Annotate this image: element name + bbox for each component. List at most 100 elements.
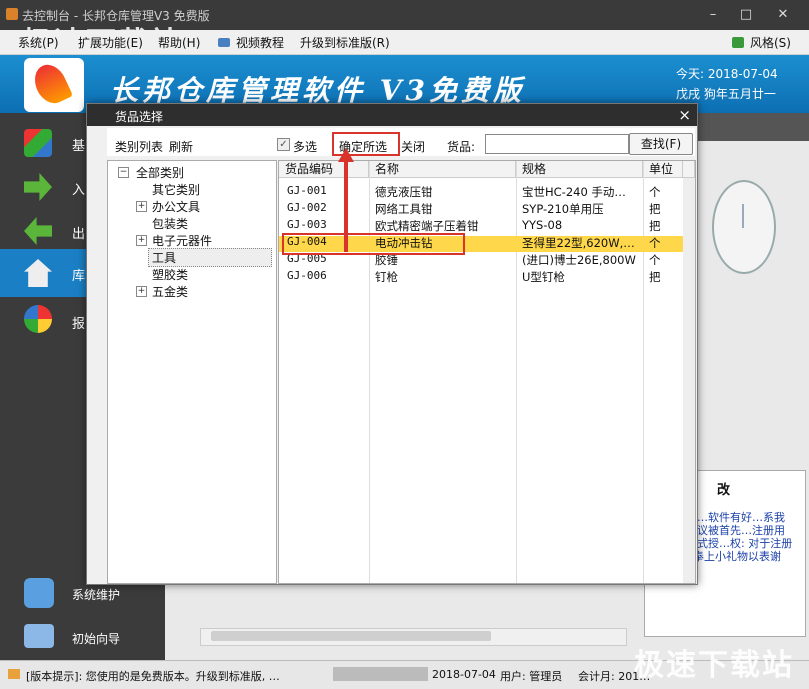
folder-icon — [8, 669, 20, 679]
sidebar-item-maintenance[interactable]: 系统维护 — [72, 586, 120, 603]
minimize-button[interactable]: – — [700, 6, 726, 24]
cell-unit: 把 — [649, 270, 661, 284]
cell-name: 网络工具钳 — [375, 202, 433, 216]
annotation-arrow-shaft — [344, 158, 348, 252]
menu-style[interactable]: 风格(S) — [750, 34, 791, 51]
horizontal-scrollbar[interactable] — [200, 628, 627, 646]
app-icon — [6, 8, 18, 20]
status-user: 用户: 管理员 — [500, 670, 563, 683]
tree-node[interactable]: 塑胶类 — [152, 266, 188, 283]
tree-node-selected[interactable]: 工具 — [152, 249, 176, 266]
search-button[interactable]: 查找(F) — [629, 133, 693, 155]
menu-bar: 系统(P) 扩展功能(E) 帮助(H) 视频教程 升级到标准版(R) 风格(S) — [0, 30, 809, 55]
app-logo — [24, 58, 84, 112]
table-row[interactable]: GJ-003 欧式精密端子压着钳 YYS-08 把 — [279, 217, 683, 233]
category-tree: − 全部类别 其它类别 + 办公文具 包装类 + 电子元器件 工具 塑胶类 + … — [107, 160, 277, 584]
goods-label: 货品: — [447, 140, 476, 154]
sidebar-label: 入 — [72, 183, 86, 198]
wrench-icon — [24, 578, 54, 608]
expand-icon[interactable]: + — [136, 201, 147, 212]
watermark-bottom: 极速下载站 — [634, 648, 794, 683]
scroll-thumb[interactable] — [211, 631, 491, 641]
dialog-toolbar: 类别列表 刷新 ✓ 多选 确定所选 关闭 货品: 查找(F) — [107, 128, 695, 156]
quill-logo-icon — [28, 59, 74, 109]
col-header-name[interactable]: 名称 — [369, 161, 516, 178]
progress-bar — [333, 667, 428, 681]
cell-code: GJ-002 — [287, 201, 327, 214]
cell-spec: U型钉枪 — [522, 270, 565, 284]
tree-node[interactable]: 办公文具 — [152, 198, 200, 215]
close-button[interactable]: ✕ — [770, 6, 796, 24]
multi-select-label: 多选 — [293, 140, 318, 154]
today-date: 今天: 2018-07-04 — [676, 67, 778, 81]
table-row[interactable]: GJ-002 网络工具钳 SYP-210单用压 把 — [279, 200, 683, 216]
table-row[interactable]: GJ-001 德克液压钳 宝世HC-240 手动… 个 — [279, 183, 683, 199]
multi-select-checkbox[interactable]: ✓ — [277, 138, 290, 151]
wizard-icon — [24, 624, 54, 648]
menu-system[interactable]: 系统(P) — [18, 34, 59, 51]
col-header-spec[interactable]: 规格 — [516, 161, 643, 178]
version-hint: [版本提示]: 您使用的是免费版本。升级到标准版, … — [26, 670, 280, 683]
sidebar-item-wizard[interactable]: 初始向导 — [72, 630, 120, 647]
menu-video-tutorial[interactable]: 视频教程 — [236, 34, 284, 51]
sidebar-label: 报 — [72, 317, 86, 332]
arrow-left-icon — [24, 217, 52, 245]
notice-heading: 改 — [717, 483, 731, 498]
sidebar-label: 库 — [72, 269, 86, 284]
cell-spec: 圣得里22型,620W,… — [522, 236, 635, 250]
arrow-right-icon — [24, 173, 52, 201]
cell-unit: 个 — [649, 236, 661, 250]
status-date: 2018-07-04 — [432, 668, 496, 681]
tree-node[interactable]: 电子元器件 — [152, 232, 212, 249]
cell-spec: SYP-210单用压 — [522, 202, 604, 216]
goods-grid: 货品编码 名称 规格 单位 GJ-001 德克液压钳 宝世HC-240 手动… 个 GJ… — [278, 160, 696, 584]
cell-code: GJ-003 — [287, 218, 327, 231]
cell-spec: YYS-08 — [522, 218, 563, 232]
cell-unit: 个 — [649, 253, 661, 267]
menu-help[interactable]: 帮助(H) — [158, 34, 200, 51]
category-list-label: 类别列表 — [115, 140, 164, 154]
goods-select-dialog: 货品选择 × 类别列表 刷新 ✓ 多选 确定所选 关闭 货品: 查找(F) − … — [86, 103, 698, 585]
menu-extensions[interactable]: 扩展功能(E) — [78, 34, 143, 51]
sidebar-item-basic[interactable]: 基 — [0, 121, 92, 165]
lunar-date: 戊戌 狗年五月廿一 — [676, 87, 776, 101]
style-icon — [732, 37, 744, 48]
cell-name: 德克液压钳 — [375, 185, 433, 199]
vertical-scrollbar[interactable] — [683, 178, 695, 583]
expand-icon[interactable]: + — [136, 235, 147, 246]
refresh-button[interactable]: 刷新 — [169, 138, 193, 155]
sidebar-item-out[interactable]: 出 — [0, 209, 92, 253]
col-header-spacer — [683, 161, 695, 178]
expand-icon[interactable]: + — [136, 286, 147, 297]
maximize-button[interactable]: □ — [733, 6, 759, 24]
tree-node-root[interactable]: 全部类别 — [136, 164, 184, 181]
sidebar-item-report[interactable]: 报 — [0, 299, 92, 343]
sidebar-label: 基 — [72, 139, 86, 154]
tree-node[interactable]: 其它类别 — [152, 181, 200, 198]
tree-node[interactable]: 包装类 — [152, 215, 188, 232]
col-header-code[interactable]: 货品编码 — [279, 161, 369, 178]
tree-node[interactable]: 五金类 — [152, 283, 188, 300]
cell-code: GJ-006 — [287, 269, 327, 282]
dialog-close-button[interactable]: × — [678, 106, 691, 124]
cubes-icon — [24, 129, 52, 157]
goods-search-input[interactable] — [485, 134, 629, 154]
sidebar-item-stock[interactable]: 库 — [0, 249, 92, 297]
sidebar-item-in[interactable]: 入 — [0, 165, 92, 209]
menu-upgrade[interactable]: 升级到标准版(R) — [300, 34, 390, 51]
table-row[interactable]: GJ-006 钉枪 U型钉枪 把 — [279, 268, 683, 284]
cell-unit: 把 — [649, 219, 661, 233]
video-icon — [218, 38, 230, 47]
collapse-icon[interactable]: − — [118, 167, 129, 178]
sidebar-label: 出 — [72, 227, 86, 242]
house-icon — [24, 259, 52, 287]
col-header-unit[interactable]: 单位 — [643, 161, 683, 178]
clock-hand — [742, 204, 744, 228]
cell-spec: 宝世HC-240 手动… — [522, 185, 626, 199]
cell-name: 欧式精密端子压着钳 — [375, 219, 479, 233]
pie-chart-icon — [24, 305, 52, 333]
close-dialog-button[interactable]: 关闭 — [401, 138, 425, 155]
row-highlight-box — [282, 233, 465, 255]
cell-code: GJ-001 — [287, 184, 327, 197]
dialog-title: 货品选择 — [115, 110, 164, 124]
